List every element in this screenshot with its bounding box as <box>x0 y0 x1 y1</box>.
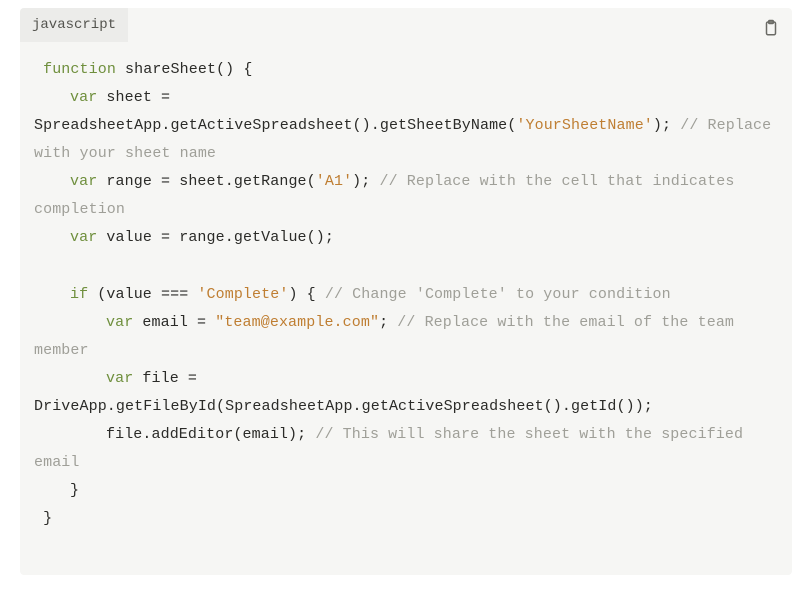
text: DriveApp.getFileById(SpreadsheetApp.getA… <box>34 398 653 415</box>
text: file.addEditor(email); <box>106 426 315 443</box>
text: ; <box>379 314 397 331</box>
text: sheet = <box>106 89 170 106</box>
text: () { <box>216 61 252 78</box>
string-literal: 'A1' <box>316 173 352 190</box>
code-block: javascript function shareSheet() { var s… <box>20 8 792 575</box>
comment: // Change 'Complete' to your condition <box>325 286 671 303</box>
text: range = sheet.getRange( <box>106 173 315 190</box>
keyword-var: var <box>106 370 133 387</box>
text: email = <box>142 314 215 331</box>
text: ); <box>352 173 379 190</box>
string-literal: 'Complete' <box>197 286 288 303</box>
text: ); <box>653 117 680 134</box>
copy-button[interactable] <box>762 18 780 38</box>
keyword-if: if <box>70 286 88 303</box>
function-name: shareSheet <box>125 61 216 78</box>
keyword-var: var <box>106 314 133 331</box>
keyword-var: var <box>70 89 97 106</box>
code-content: function shareSheet() { var sheet = Spre… <box>20 42 792 575</box>
keyword-var: var <box>70 229 97 246</box>
keyword-function: function <box>43 61 116 78</box>
string-literal: "team@example.com" <box>215 314 379 331</box>
text: ) { <box>288 286 324 303</box>
keyword-var: var <box>70 173 97 190</box>
clipboard-icon <box>762 18 780 38</box>
text: } <box>70 482 79 499</box>
text: } <box>43 510 52 527</box>
text: value = range.getValue(); <box>106 229 334 246</box>
text: (value === <box>88 286 197 303</box>
string-literal: 'YourSheetName' <box>516 117 653 134</box>
text: file = <box>142 370 206 387</box>
language-label: javascript <box>20 8 128 42</box>
text: SpreadsheetApp.getActiveSpreadsheet().ge… <box>34 117 516 134</box>
